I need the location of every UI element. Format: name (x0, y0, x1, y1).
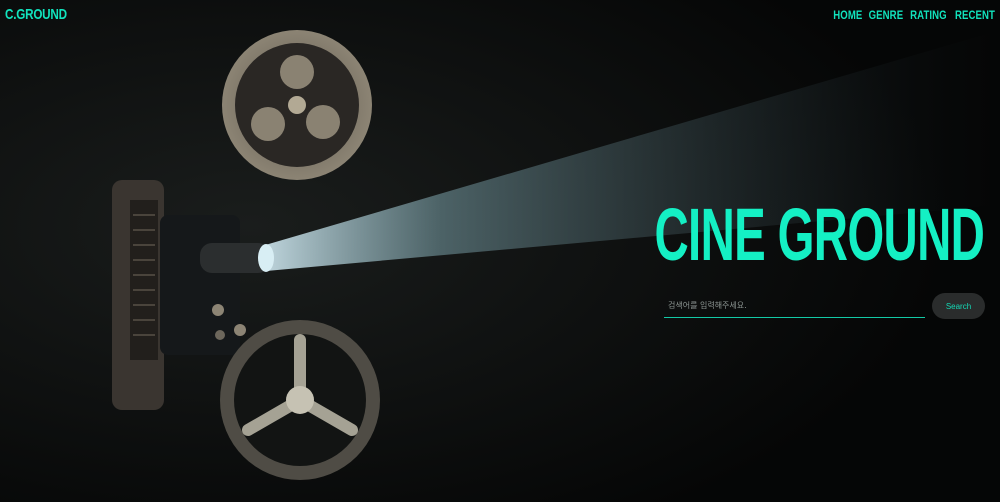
site-logo[interactable]: C.GROUND (5, 6, 67, 23)
nav-rating-link[interactable]: RATING (910, 8, 947, 22)
nav-menu: HOME GENRE RATING RECENT (828, 8, 995, 22)
nav-home-link[interactable]: HOME (833, 8, 862, 22)
nav-recent-link[interactable]: RECENT (955, 8, 995, 22)
search-button[interactable]: Search (932, 293, 985, 319)
nav-genre-link[interactable]: GENRE (869, 8, 904, 22)
hero-title: CINE GROUND (654, 193, 984, 276)
top-navigation: C.GROUND HOME GENRE RATING RECENT (0, 0, 1000, 32)
search-input[interactable] (664, 294, 925, 318)
